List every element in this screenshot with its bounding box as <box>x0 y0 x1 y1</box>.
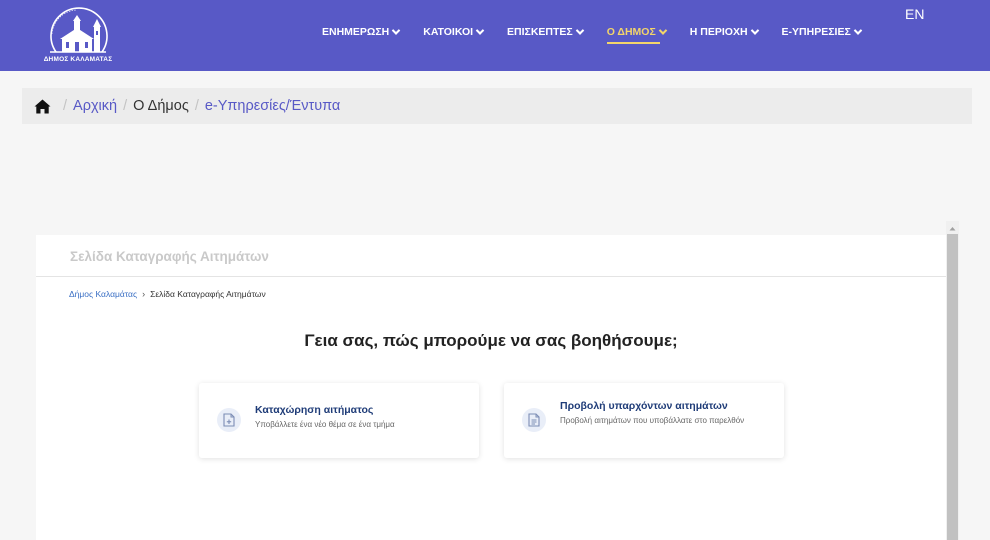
breadcrumb-separator: / <box>123 98 128 114</box>
portal-title: Σελίδα Καταγραφής Αιτημάτων <box>70 249 269 264</box>
breadcrumb: / Αρχική / Ο Δήμος / e-Υπηρεσίες/Έντυπα <box>22 88 972 124</box>
breadcrumb-e-services[interactable]: e-Υπηρεσίες/Έντυπα <box>205 98 340 114</box>
main-nav: ΕΝΗΜΕΡΩΣΗ ΚΑΤΟΙΚΟΙ ΕΠΙΣΚΕΠΤΕΣ Ο ΔΗΜΟΣ Η … <box>322 26 885 44</box>
divider <box>36 276 946 277</box>
nav-label: ΚΑΤΟΙΚΟΙ <box>423 26 474 38</box>
nav-item-visitors[interactable]: ΕΠΙΣΚΕΠΤΕΣ <box>507 26 584 38</box>
chevron-down-icon <box>658 26 668 35</box>
breadcrumb-separator: / <box>194 98 199 114</box>
chevron-down-icon <box>575 26 584 35</box>
nav-item-e-services[interactable]: Ε-ΥΠΗΡΕΣΙΕΣ <box>781 26 862 38</box>
portal-breadcrumb-home[interactable]: Δήμος Καλαμάτας <box>69 289 137 299</box>
new-request-card[interactable]: Καταχώρηση αιτήματος Υποβάλλετε ένα νέο … <box>199 383 479 458</box>
church-logo-icon <box>50 7 108 53</box>
scroll-up-arrow-icon[interactable] <box>946 223 959 233</box>
scrollbar-thumb[interactable] <box>947 234 958 540</box>
nav-label: Η ΠΕΡΙΟΧΗ <box>689 26 748 38</box>
nav-item-municipality[interactable]: Ο ΔΗΜΟΣ <box>606 26 668 44</box>
home-icon[interactable] <box>34 99 51 114</box>
greeting-heading: Γεια σας, πώς μπορούμε να σας βοηθήσουμε… <box>304 331 678 350</box>
municipality-logo[interactable]: ΔΗΜΟΣ ΚΑΛΑΜΑΤΑΣ <box>36 4 120 66</box>
card-description: Υποβάλλετε ένα νέο θέμα σε ένα τμήμα <box>255 420 395 429</box>
site-header: ΔΗΜΟΣ ΚΑΛΑΜΑΤΑΣ ΕΝΗΜΕΡΩΣΗ ΚΑΤΟΙΚΟΙ ΕΠΙΣΚ… <box>0 0 990 71</box>
document-plus-icon <box>217 408 241 432</box>
card-title: Καταχώρηση αιτήματος <box>255 404 374 416</box>
nav-label: ΕΝΗΜΕΡΩΣΗ <box>322 26 390 38</box>
view-requests-card[interactable]: Προβολή υπαρχόντων αιτημάτων Προβολή αιτ… <box>504 383 784 458</box>
chevron-down-icon <box>391 26 401 35</box>
nav-label: Ο ΔΗΜΟΣ <box>606 26 656 38</box>
chevron-down-icon <box>750 26 759 35</box>
nav-item-news[interactable]: ΕΝΗΜΕΡΩΣΗ <box>322 26 401 38</box>
vertical-scrollbar[interactable] <box>946 221 959 540</box>
breadcrumb-home[interactable]: Αρχική <box>73 98 117 114</box>
portal-breadcrumb-current: Σελίδα Καταγραφής Αιτημάτων <box>150 289 266 299</box>
logo-caption: ΔΗΜΟΣ ΚΑΛΑΜΑΤΑΣ <box>43 56 113 63</box>
nav-item-residents[interactable]: ΚΑΤΟΙΚΟΙ <box>423 26 485 38</box>
card-title: Προβολή υπαρχόντων αιτημάτων <box>560 400 728 412</box>
chevron-down-icon <box>853 26 862 35</box>
request-portal-frame: Σελίδα Καταγραφής Αιτημάτων Δήμος Καλαμά… <box>36 235 946 540</box>
chevron-right-icon: › <box>142 289 146 299</box>
portal-breadcrumb: Δήμος Καλαμάτας › Σελίδα Καταγραφής Αιτη… <box>69 289 266 299</box>
language-switch-en[interactable]: EN <box>905 6 924 22</box>
nav-label: ΕΠΙΣΚΕΠΤΕΣ <box>507 26 573 38</box>
nav-label: Ε-ΥΠΗΡΕΣΙΕΣ <box>781 26 851 38</box>
document-lines-icon <box>522 408 546 432</box>
card-description: Προβολή αιτημάτων που υποβάλλατε στο παρ… <box>560 416 745 425</box>
breadcrumb-municipality: Ο Δήμος <box>133 98 189 114</box>
breadcrumb-separator: / <box>63 98 68 114</box>
nav-item-region[interactable]: Η ΠΕΡΙΟΧΗ <box>689 26 759 38</box>
chevron-down-icon <box>475 26 485 35</box>
